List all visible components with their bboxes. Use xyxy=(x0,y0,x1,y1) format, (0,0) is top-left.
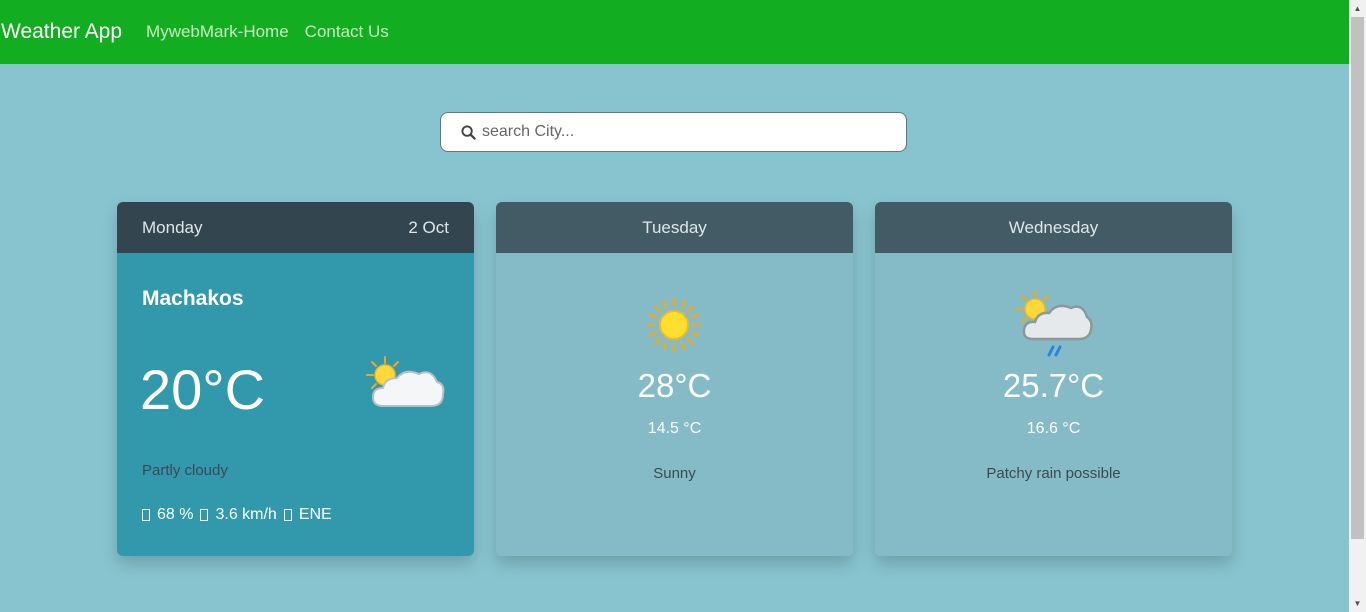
sun-icon xyxy=(646,297,702,353)
patchy-rain-icon xyxy=(1015,290,1093,357)
humidity-value: 68 % xyxy=(157,506,194,523)
forecast-card-wednesday: Wednesday 25.7°C 16.6 °C Patchy rain pos… xyxy=(875,202,1232,556)
forecast-card-header: Wednesday xyxy=(875,202,1232,253)
forecast-max-temp: 28°C xyxy=(637,367,712,404)
wind-direction-value: ENE xyxy=(298,506,332,523)
today-date: 2 Oct xyxy=(408,217,449,237)
vertical-scrollbar[interactable]: ▲ ▼ xyxy=(1349,0,1366,612)
wind-icon xyxy=(200,509,209,521)
forecast-day: Tuesday xyxy=(642,217,707,237)
today-card: Monday 2 Oct Machakos 20°C Partly cloudy… xyxy=(117,202,474,556)
wind-speed-value: 3.6 km/h xyxy=(215,506,277,523)
forecast-max-temp: 25.7°C xyxy=(1002,367,1105,404)
today-card-body: Machakos 20°C Partly cloudy 68 % 3.6 km/… xyxy=(117,253,474,556)
forecast-min-temp: 16.6 °C xyxy=(1026,420,1081,437)
brand-title[interactable]: Weather App xyxy=(1,20,122,44)
nav-link-contact[interactable]: Contact Us xyxy=(305,22,389,42)
search-input[interactable] xyxy=(480,122,884,142)
humidity-icon xyxy=(142,509,150,521)
scrollbar-thumb[interactable] xyxy=(1351,17,1364,539)
forecast-card-body: 25.7°C 16.6 °C Patchy rain possible xyxy=(875,253,1232,556)
current-condition: Partly cloudy xyxy=(142,462,228,479)
compass-icon xyxy=(283,509,292,521)
forecast-card-header: Tuesday xyxy=(496,202,853,253)
forecast-card-tuesday: Tuesday 28°C 14.5 °C Sunny xyxy=(496,202,853,556)
forecast-condition: Sunny xyxy=(653,465,696,482)
search-icon xyxy=(461,124,477,140)
weather-stats: 68 % 3.6 km/h ENE xyxy=(142,506,332,524)
nav-link-home[interactable]: MywebMark-Home xyxy=(146,22,289,42)
forecast-day: Wednesday xyxy=(1008,217,1099,237)
today-day: Monday xyxy=(142,217,203,237)
scroll-down-arrow-icon[interactable]: ▼ xyxy=(1349,595,1366,612)
scroll-up-arrow-icon[interactable]: ▲ xyxy=(1349,0,1366,17)
city-name: Machakos xyxy=(142,287,244,310)
partly-cloudy-icon xyxy=(366,356,445,407)
current-temp: 20°C xyxy=(140,358,266,421)
forecast-card-body: 28°C 14.5 °C Sunny xyxy=(496,253,853,556)
search-box[interactable] xyxy=(440,112,907,152)
navbar: Weather App MywebMark-Home Contact Us xyxy=(0,0,1349,64)
forecast-min-temp: 14.5 °C xyxy=(647,420,702,437)
today-card-header: Monday 2 Oct xyxy=(117,202,474,253)
forecast-condition: Patchy rain possible xyxy=(986,465,1121,482)
